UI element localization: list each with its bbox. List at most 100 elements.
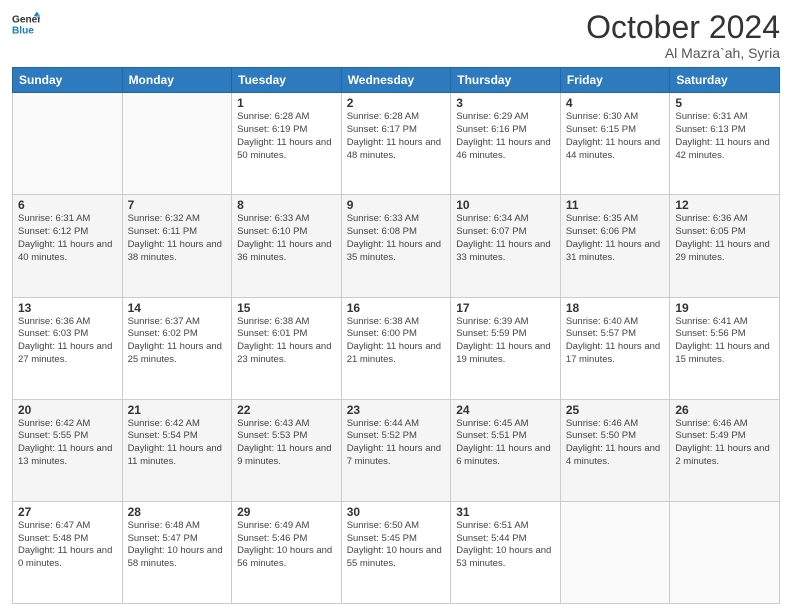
day-number: 1 <box>237 96 336 110</box>
day-number: 26 <box>675 403 774 417</box>
calendar-cell: 9Sunrise: 6:33 AM Sunset: 6:08 PM Daylig… <box>341 195 451 297</box>
day-number: 20 <box>18 403 117 417</box>
calendar-cell: 6Sunrise: 6:31 AM Sunset: 6:12 PM Daylig… <box>13 195 123 297</box>
day-info: Sunrise: 6:46 AM Sunset: 5:50 PM Dayligh… <box>566 418 665 469</box>
calendar-cell: 20Sunrise: 6:42 AM Sunset: 5:55 PM Dayli… <box>13 399 123 501</box>
calendar-cell: 13Sunrise: 6:36 AM Sunset: 6:03 PM Dayli… <box>13 297 123 399</box>
day-number: 30 <box>347 505 446 519</box>
day-number: 16 <box>347 301 446 315</box>
day-number: 21 <box>128 403 227 417</box>
calendar-cell: 11Sunrise: 6:35 AM Sunset: 6:06 PM Dayli… <box>560 195 670 297</box>
month-title: October 2024 <box>586 10 780 45</box>
day-info: Sunrise: 6:40 AM Sunset: 5:57 PM Dayligh… <box>566 316 665 367</box>
day-info: Sunrise: 6:39 AM Sunset: 5:59 PM Dayligh… <box>456 316 555 367</box>
day-number: 13 <box>18 301 117 315</box>
calendar-table: SundayMondayTuesdayWednesdayThursdayFrid… <box>12 67 780 604</box>
day-info: Sunrise: 6:42 AM Sunset: 5:55 PM Dayligh… <box>18 418 117 469</box>
calendar-cell: 8Sunrise: 6:33 AM Sunset: 6:10 PM Daylig… <box>232 195 342 297</box>
weekday-header-saturday: Saturday <box>670 68 780 93</box>
calendar-cell <box>670 501 780 603</box>
logo-icon: General Blue <box>12 10 40 38</box>
day-info: Sunrise: 6:38 AM Sunset: 6:00 PM Dayligh… <box>347 316 446 367</box>
day-info: Sunrise: 6:51 AM Sunset: 5:44 PM Dayligh… <box>456 520 555 571</box>
week-row-2: 6Sunrise: 6:31 AM Sunset: 6:12 PM Daylig… <box>13 195 780 297</box>
calendar-cell: 31Sunrise: 6:51 AM Sunset: 5:44 PM Dayli… <box>451 501 561 603</box>
day-number: 15 <box>237 301 336 315</box>
day-number: 4 <box>566 96 665 110</box>
day-number: 29 <box>237 505 336 519</box>
calendar-cell: 22Sunrise: 6:43 AM Sunset: 5:53 PM Dayli… <box>232 399 342 501</box>
day-number: 24 <box>456 403 555 417</box>
day-number: 5 <box>675 96 774 110</box>
calendar-cell: 14Sunrise: 6:37 AM Sunset: 6:02 PM Dayli… <box>122 297 232 399</box>
day-info: Sunrise: 6:37 AM Sunset: 6:02 PM Dayligh… <box>128 316 227 367</box>
day-number: 25 <box>566 403 665 417</box>
calendar-cell: 1Sunrise: 6:28 AM Sunset: 6:19 PM Daylig… <box>232 93 342 195</box>
day-number: 10 <box>456 198 555 212</box>
header: General Blue October 2024 Al Mazra`ah, S… <box>12 10 780 61</box>
calendar-cell: 4Sunrise: 6:30 AM Sunset: 6:15 PM Daylig… <box>560 93 670 195</box>
day-info: Sunrise: 6:45 AM Sunset: 5:51 PM Dayligh… <box>456 418 555 469</box>
weekday-header-wednesday: Wednesday <box>341 68 451 93</box>
calendar-cell: 26Sunrise: 6:46 AM Sunset: 5:49 PM Dayli… <box>670 399 780 501</box>
calendar-cell <box>13 93 123 195</box>
day-info: Sunrise: 6:46 AM Sunset: 5:49 PM Dayligh… <box>675 418 774 469</box>
day-info: Sunrise: 6:36 AM Sunset: 6:03 PM Dayligh… <box>18 316 117 367</box>
title-block: October 2024 Al Mazra`ah, Syria <box>586 10 780 61</box>
day-number: 19 <box>675 301 774 315</box>
weekday-header-friday: Friday <box>560 68 670 93</box>
calendar-cell: 16Sunrise: 6:38 AM Sunset: 6:00 PM Dayli… <box>341 297 451 399</box>
day-number: 22 <box>237 403 336 417</box>
day-info: Sunrise: 6:48 AM Sunset: 5:47 PM Dayligh… <box>128 520 227 571</box>
day-info: Sunrise: 6:29 AM Sunset: 6:16 PM Dayligh… <box>456 111 555 162</box>
calendar-cell <box>122 93 232 195</box>
day-info: Sunrise: 6:31 AM Sunset: 6:13 PM Dayligh… <box>675 111 774 162</box>
week-row-4: 20Sunrise: 6:42 AM Sunset: 5:55 PM Dayli… <box>13 399 780 501</box>
weekday-header-row: SundayMondayTuesdayWednesdayThursdayFrid… <box>13 68 780 93</box>
day-number: 3 <box>456 96 555 110</box>
day-info: Sunrise: 6:28 AM Sunset: 6:17 PM Dayligh… <box>347 111 446 162</box>
calendar-cell: 18Sunrise: 6:40 AM Sunset: 5:57 PM Dayli… <box>560 297 670 399</box>
week-row-3: 13Sunrise: 6:36 AM Sunset: 6:03 PM Dayli… <box>13 297 780 399</box>
day-number: 12 <box>675 198 774 212</box>
day-number: 18 <box>566 301 665 315</box>
location-subtitle: Al Mazra`ah, Syria <box>586 45 780 61</box>
day-info: Sunrise: 6:50 AM Sunset: 5:45 PM Dayligh… <box>347 520 446 571</box>
day-info: Sunrise: 6:33 AM Sunset: 6:08 PM Dayligh… <box>347 213 446 264</box>
day-number: 11 <box>566 198 665 212</box>
day-number: 2 <box>347 96 446 110</box>
day-info: Sunrise: 6:44 AM Sunset: 5:52 PM Dayligh… <box>347 418 446 469</box>
day-info: Sunrise: 6:47 AM Sunset: 5:48 PM Dayligh… <box>18 520 117 571</box>
day-info: Sunrise: 6:32 AM Sunset: 6:11 PM Dayligh… <box>128 213 227 264</box>
day-number: 31 <box>456 505 555 519</box>
calendar-cell: 3Sunrise: 6:29 AM Sunset: 6:16 PM Daylig… <box>451 93 561 195</box>
weekday-header-thursday: Thursday <box>451 68 561 93</box>
week-row-5: 27Sunrise: 6:47 AM Sunset: 5:48 PM Dayli… <box>13 501 780 603</box>
svg-text:Blue: Blue <box>12 25 34 36</box>
day-info: Sunrise: 6:35 AM Sunset: 6:06 PM Dayligh… <box>566 213 665 264</box>
day-number: 6 <box>18 198 117 212</box>
calendar-cell: 28Sunrise: 6:48 AM Sunset: 5:47 PM Dayli… <box>122 501 232 603</box>
calendar-cell: 12Sunrise: 6:36 AM Sunset: 6:05 PM Dayli… <box>670 195 780 297</box>
day-info: Sunrise: 6:36 AM Sunset: 6:05 PM Dayligh… <box>675 213 774 264</box>
logo: General Blue <box>12 10 40 38</box>
calendar-cell: 2Sunrise: 6:28 AM Sunset: 6:17 PM Daylig… <box>341 93 451 195</box>
day-info: Sunrise: 6:33 AM Sunset: 6:10 PM Dayligh… <box>237 213 336 264</box>
calendar-cell <box>560 501 670 603</box>
calendar-cell: 10Sunrise: 6:34 AM Sunset: 6:07 PM Dayli… <box>451 195 561 297</box>
day-info: Sunrise: 6:31 AM Sunset: 6:12 PM Dayligh… <box>18 213 117 264</box>
day-info: Sunrise: 6:42 AM Sunset: 5:54 PM Dayligh… <box>128 418 227 469</box>
day-number: 14 <box>128 301 227 315</box>
weekday-header-monday: Monday <box>122 68 232 93</box>
day-info: Sunrise: 6:38 AM Sunset: 6:01 PM Dayligh… <box>237 316 336 367</box>
day-info: Sunrise: 6:28 AM Sunset: 6:19 PM Dayligh… <box>237 111 336 162</box>
day-info: Sunrise: 6:34 AM Sunset: 6:07 PM Dayligh… <box>456 213 555 264</box>
day-info: Sunrise: 6:49 AM Sunset: 5:46 PM Dayligh… <box>237 520 336 571</box>
day-number: 28 <box>128 505 227 519</box>
calendar-cell: 19Sunrise: 6:41 AM Sunset: 5:56 PM Dayli… <box>670 297 780 399</box>
week-row-1: 1Sunrise: 6:28 AM Sunset: 6:19 PM Daylig… <box>13 93 780 195</box>
weekday-header-sunday: Sunday <box>13 68 123 93</box>
calendar-cell: 5Sunrise: 6:31 AM Sunset: 6:13 PM Daylig… <box>670 93 780 195</box>
calendar-cell: 7Sunrise: 6:32 AM Sunset: 6:11 PM Daylig… <box>122 195 232 297</box>
day-info: Sunrise: 6:30 AM Sunset: 6:15 PM Dayligh… <box>566 111 665 162</box>
